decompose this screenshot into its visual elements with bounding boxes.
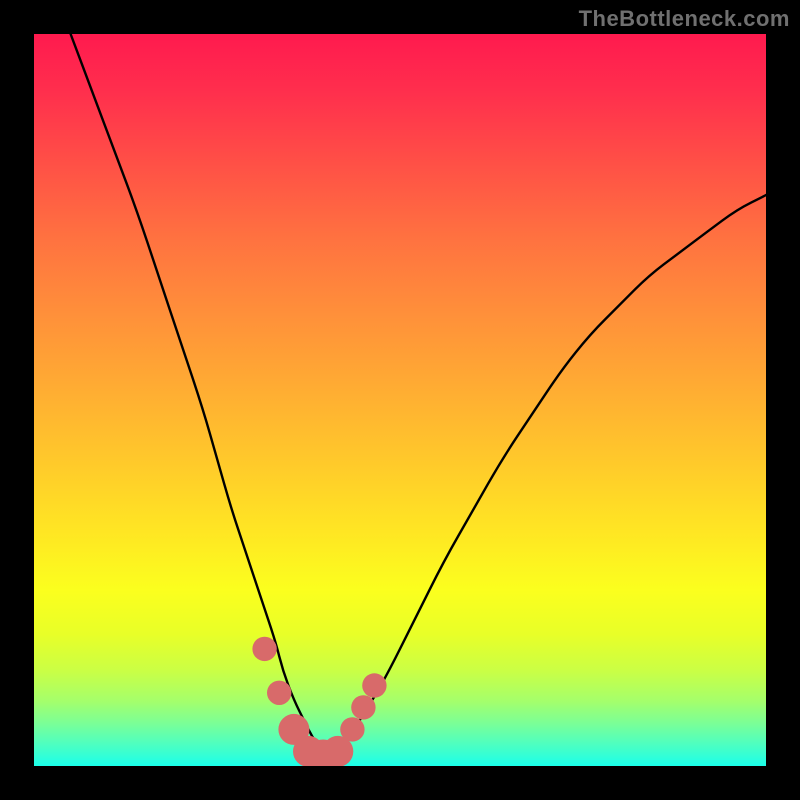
plot-area bbox=[34, 34, 766, 766]
app-frame: TheBottleneck.com bbox=[0, 0, 800, 800]
data-marker bbox=[267, 681, 291, 705]
marker-group bbox=[252, 637, 386, 766]
watermark-text: TheBottleneck.com bbox=[579, 6, 790, 32]
data-marker bbox=[340, 717, 364, 741]
chart-svg bbox=[34, 34, 766, 766]
data-marker bbox=[252, 637, 276, 661]
bottleneck-curve bbox=[71, 34, 766, 750]
data-marker bbox=[351, 695, 375, 719]
data-marker bbox=[362, 673, 386, 697]
